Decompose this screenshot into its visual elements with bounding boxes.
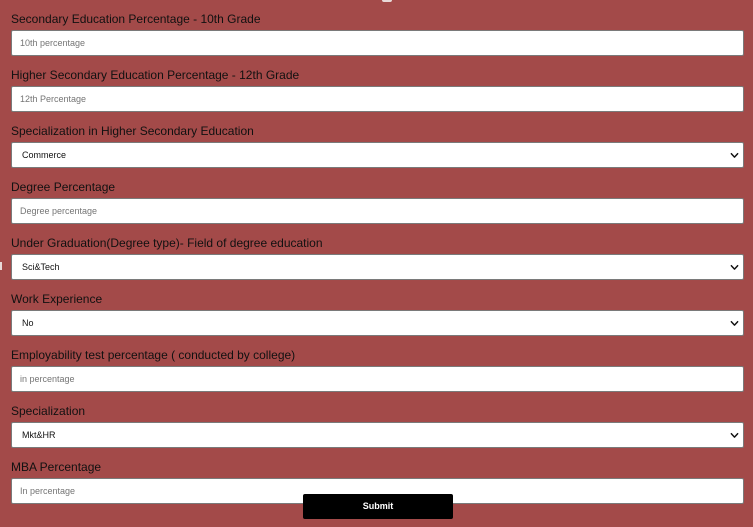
chevron-down-icon — [730, 431, 739, 440]
field-ssc-percentage: Secondary Education Percentage - 10th Gr… — [11, 11, 744, 65]
degree-type-value: Sci&Tech — [22, 262, 60, 272]
work-experience-value: No — [22, 318, 34, 328]
employability-test-input[interactable] — [11, 366, 744, 392]
field-work-experience: Work Experience No — [11, 291, 744, 345]
specialization-select[interactable]: Mkt&HR — [11, 422, 744, 448]
ssc-percentage-input[interactable] — [11, 30, 744, 56]
degree-percentage-label: Degree Percentage — [11, 180, 116, 194]
degree-percentage-input[interactable] — [11, 198, 744, 224]
hsc-specialization-value: Commerce — [22, 150, 67, 160]
hsc-percentage-label: Higher Secondary Education Percentage - … — [11, 68, 300, 82]
placement-form: Secondary Education Percentage - 10th Gr… — [11, 9, 744, 513]
work-experience-label: Work Experience — [11, 292, 103, 306]
field-degree-type: Under Graduation(Degree type)- Field of … — [11, 235, 744, 289]
left-edge-marker — [0, 262, 2, 270]
specialization-label: Specialization — [11, 404, 86, 418]
mba-percentage-label: MBA Percentage — [11, 460, 102, 474]
hsc-specialization-select[interactable]: Commerce — [11, 142, 744, 168]
degree-type-label: Under Graduation(Degree type)- Field of … — [11, 236, 323, 250]
chevron-down-icon — [730, 151, 739, 160]
specialization-value: Mkt&HR — [22, 430, 56, 440]
submit-button[interactable]: Submit — [303, 494, 453, 519]
ssc-percentage-label: Secondary Education Percentage - 10th Gr… — [11, 12, 261, 26]
chevron-down-icon — [730, 319, 739, 328]
field-hsc-specialization: Specialization in Higher Secondary Educa… — [11, 123, 744, 177]
hsc-percentage-input[interactable] — [11, 86, 744, 112]
work-experience-select[interactable]: No — [11, 310, 744, 336]
top-scroll-marker — [382, 0, 392, 2]
field-employability-test: Employability test percentage ( conducte… — [11, 347, 744, 401]
chevron-down-icon — [730, 263, 739, 272]
field-specialization: Specialization Mkt&HR — [11, 403, 744, 457]
field-degree-percentage: Degree Percentage — [11, 179, 744, 233]
hsc-specialization-label: Specialization in Higher Secondary Educa… — [11, 124, 254, 138]
degree-type-select[interactable]: Sci&Tech — [11, 254, 744, 280]
employability-test-label: Employability test percentage ( conducte… — [11, 348, 296, 362]
field-hsc-percentage: Higher Secondary Education Percentage - … — [11, 67, 744, 121]
